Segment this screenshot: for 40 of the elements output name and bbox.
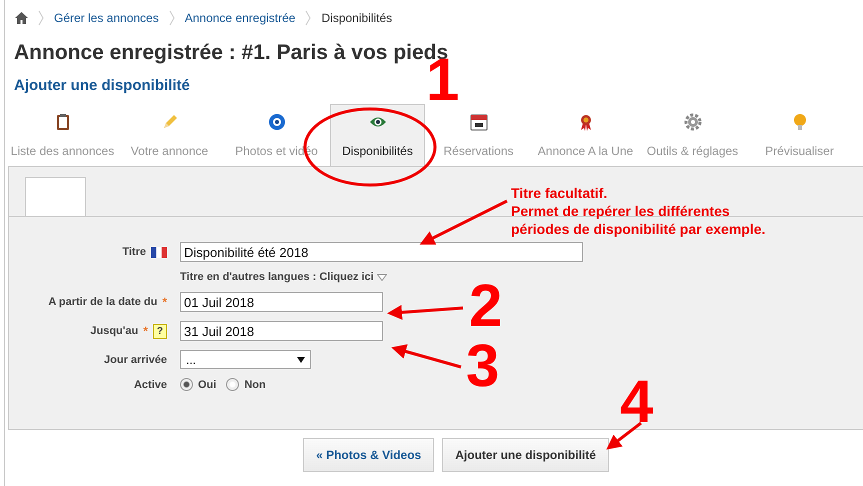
chevron-icon [305, 10, 312, 26]
section-title: Ajouter une disponibilité [14, 77, 191, 94]
field-label: Jour arrivée [104, 354, 167, 366]
text-field[interactable]: 01 Juil 2018 [180, 292, 383, 312]
radio-button[interactable] [180, 378, 193, 391]
calendar-icon [468, 112, 488, 132]
breadcrumb-link[interactable]: Gérer les annonces [54, 11, 159, 25]
step-number: 3 [466, 336, 500, 396]
annotation-arrow [391, 344, 462, 368]
nav-tab[interactable]: Disponibilités [330, 104, 425, 166]
field-label: Titre [122, 246, 146, 258]
field-label: Jusqu'au [90, 325, 138, 337]
step-number: 2 [469, 276, 502, 336]
chevron-icon [38, 10, 44, 26]
home-icon[interactable] [15, 12, 28, 24]
text-field[interactable]: Disponibilité été 2018 [180, 242, 583, 262]
field-label: Active [134, 378, 167, 390]
disc-icon [266, 112, 286, 132]
help-badge[interactable]: ? [152, 324, 167, 338]
annotation-note: Titre facultatif. Permet de repérer les différentes périodes de disponibilité par exemple. [511, 184, 766, 238]
step-number: 4 [620, 372, 654, 432]
required-mark: * [143, 324, 148, 338]
caret-icon [376, 274, 387, 280]
back-button[interactable]: « Photos & Videos [303, 438, 434, 472]
field-label: A partir de la date du [48, 296, 158, 308]
add-button[interactable]: Ajouter une disponibilité [442, 438, 609, 472]
radio-label: Oui [198, 378, 216, 390]
other-languages-link[interactable]: Titre en d'autres langues : Cliquez ici [180, 271, 374, 283]
radio-label: Non [244, 378, 266, 390]
select-field[interactable]: ... [180, 350, 311, 369]
breadcrumb-current[interactable]: Disponibilités [321, 11, 392, 25]
french-flag-icon [151, 246, 167, 258]
required-mark: * [162, 295, 167, 309]
annotation-arrow [606, 422, 642, 450]
radio-button[interactable] [226, 378, 240, 391]
chevron-icon [168, 10, 175, 26]
caret-icon [297, 356, 305, 362]
text-field[interactable]: 31 Juil 2018 [180, 321, 383, 341]
settings-icon [682, 112, 702, 132]
breadcrumb-link[interactable]: Annonce enregistrée [184, 11, 296, 25]
